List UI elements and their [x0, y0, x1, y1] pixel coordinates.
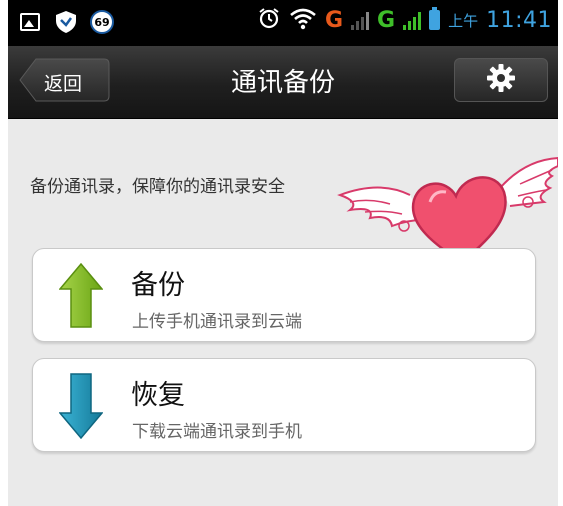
backup-subtitle: 上传手机通讯录到云端	[132, 312, 302, 332]
restore-subtitle: 下载云端通讯录到手机	[132, 422, 302, 442]
arrow-down-icon	[58, 373, 104, 443]
wifi-icon	[289, 6, 317, 34]
phone-screen: 69 G G 上午 11:41 返回 通讯备份 备份通讯录，保障你的通讯录安全 …	[8, 0, 558, 506]
battery-icon	[429, 7, 441, 30]
shield-icon	[54, 10, 78, 34]
network-type-2: G	[377, 7, 396, 33]
signal-icon	[351, 10, 370, 30]
signal-icon-2	[403, 10, 422, 30]
network-type-1: G	[324, 7, 344, 33]
settings-button[interactable]	[454, 58, 548, 102]
title-bar: 返回 通讯备份	[8, 46, 558, 119]
status-bar: 69 G G 上午 11:41	[8, 0, 558, 46]
clock-time: 11:41	[486, 7, 552, 33]
restore-title: 恢复	[131, 380, 185, 411]
alarm-icon	[257, 6, 281, 34]
notification-count-badge: 69	[90, 10, 114, 34]
image-icon	[18, 10, 42, 34]
arrow-up-icon	[58, 262, 104, 333]
backup-option-card[interactable]: 备份 上传手机通讯录到云端	[32, 248, 536, 342]
gear-icon	[486, 63, 516, 97]
backup-description: 备份通讯录，保障你的通讯录安全	[30, 177, 285, 197]
clock-ampm: 上午	[448, 11, 479, 30]
restore-option-card[interactable]: 恢复 下载云端通讯录到手机	[32, 358, 536, 452]
backup-title: 备份	[131, 270, 185, 301]
